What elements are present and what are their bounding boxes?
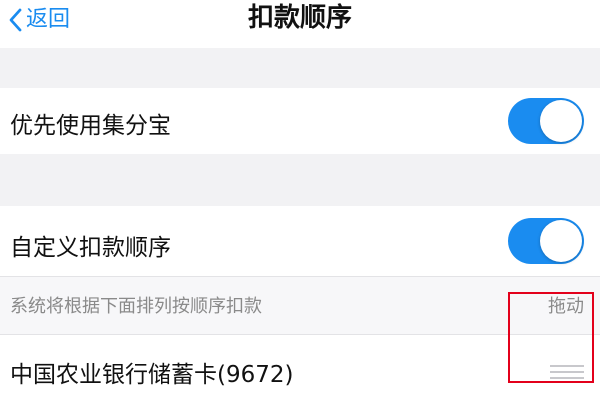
prefer-jifenbao-row: 优先使用集分宝 <box>0 88 600 154</box>
custom-order-toggle[interactable] <box>508 218 584 264</box>
order-hint-text: 系统将根据下面排列按顺序扣款 <box>10 296 262 317</box>
page-title: 扣款顺序 <box>247 3 352 33</box>
toggle-knob <box>540 100 582 142</box>
navigation-bar: 返回 扣款顺序 <box>0 0 600 48</box>
custom-order-row: 自定义扣款顺序 <box>0 206 600 276</box>
payment-method-name: 中国农业银行储蓄卡(9672) <box>10 362 294 388</box>
divider <box>0 276 600 277</box>
prefer-jifenbao-toggle[interactable] <box>508 98 584 144</box>
custom-order-label: 自定义扣款顺序 <box>10 235 171 261</box>
prefer-jifenbao-label: 优先使用集分宝 <box>10 113 171 139</box>
highlight-box <box>508 292 594 383</box>
toggle-knob <box>540 220 582 262</box>
